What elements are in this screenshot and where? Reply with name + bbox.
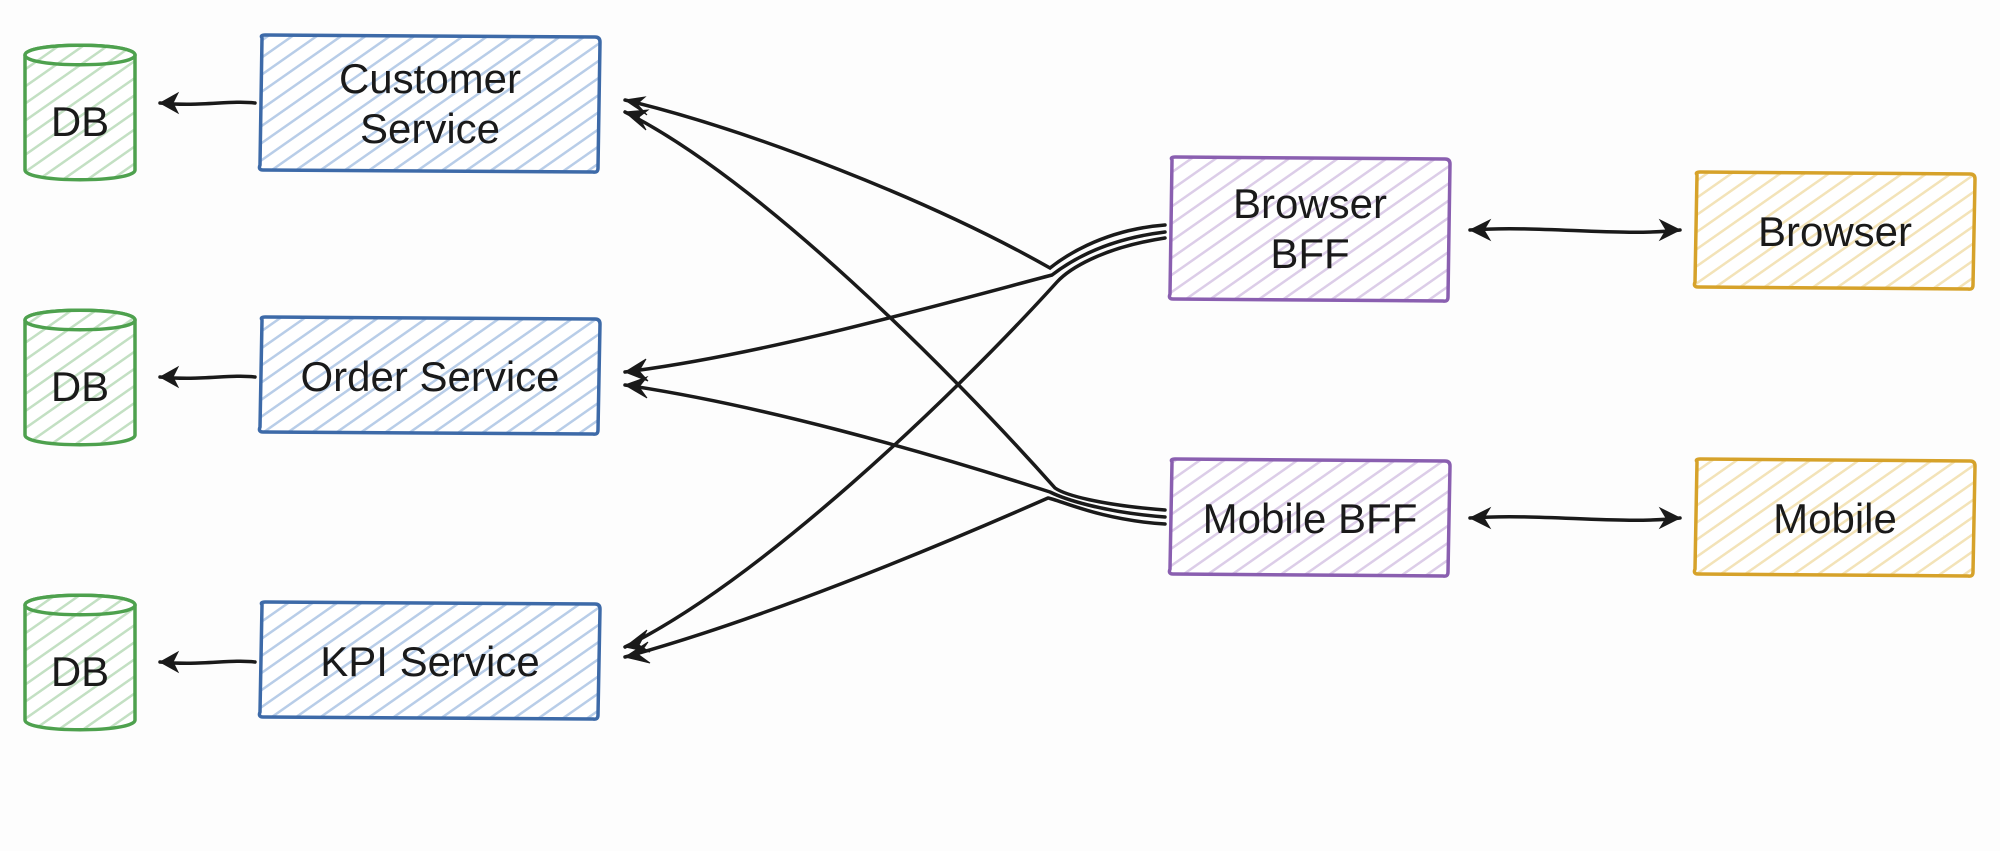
db-kpi: DB — [25, 595, 135, 730]
browser-bff-node: Browser BFF — [1169, 157, 1450, 301]
architecture-diagram: DB DB DB Customer Service Order Service … — [0, 0, 2000, 851]
db-customer: DB — [25, 45, 135, 180]
arrow-browserbff-browser — [1470, 220, 1680, 240]
arrow-browserbff-to-order — [625, 232, 1165, 381]
arrow-mobilebff-to-kpi — [625, 498, 1165, 663]
mobile-client-node: Mobile — [1694, 459, 1975, 576]
arrow-mobilebff-to-customer — [625, 110, 1165, 510]
mobile-client-label: Mobile — [1773, 495, 1897, 542]
browser-client-node: Browser — [1694, 172, 1975, 289]
arrow-browserbff-to-customer — [625, 97, 1165, 268]
browser-bff-label-2: BFF — [1270, 230, 1349, 277]
order-service-node: Order Service — [259, 317, 600, 434]
db-customer-label: DB — [51, 98, 109, 145]
kpi-service-label: KPI Service — [320, 638, 539, 685]
arrow-kpi-to-db — [160, 652, 255, 672]
browser-bff-label-1: Browser — [1233, 180, 1387, 227]
mobile-bff-label: Mobile BFF — [1203, 495, 1418, 542]
arrow-customer-to-db — [160, 93, 255, 113]
customer-service-node: Customer Service — [259, 35, 600, 172]
db-order: DB — [25, 310, 135, 445]
customer-service-label-1: Customer — [339, 55, 521, 102]
db-order-label: DB — [51, 363, 109, 410]
kpi-service-node: KPI Service — [259, 602, 600, 719]
customer-service-label-2: Service — [360, 105, 500, 152]
db-kpi-label: DB — [51, 648, 109, 695]
browser-client-label: Browser — [1758, 208, 1912, 255]
mobile-bff-node: Mobile BFF — [1169, 459, 1450, 576]
arrow-mobilebff-mobile — [1470, 508, 1680, 528]
order-service-label: Order Service — [300, 353, 559, 400]
arrow-order-to-db — [160, 367, 255, 387]
